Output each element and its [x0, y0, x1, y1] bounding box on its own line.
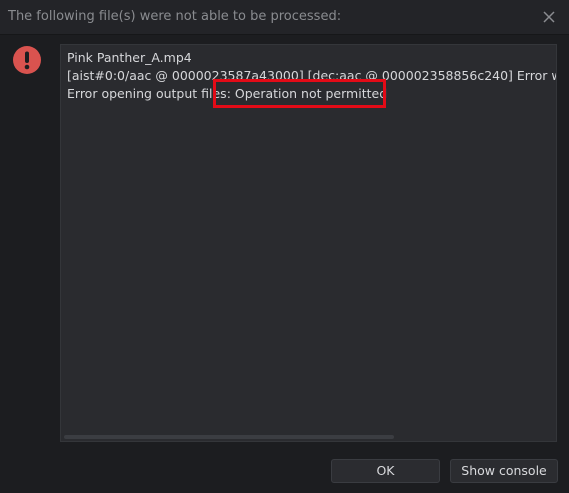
message-filename: Pink Panther_A.mp4 [67, 50, 192, 65]
show-console-button[interactable]: Show console [450, 459, 558, 483]
horizontal-scrollbar[interactable] [62, 434, 555, 440]
ok-button[interactable]: OK [331, 459, 440, 483]
message-content: Pink Panther_A.mp4 [aist#0:0/aac @ 00000… [67, 49, 556, 103]
close-button[interactable] [539, 7, 559, 27]
message-error-summary: Error opening output files: Operation no… [67, 86, 388, 101]
message-error-detail: [aist#0:0/aac @ 0000023587a43000] [dec:a… [67, 68, 556, 83]
error-icon [13, 46, 41, 74]
title-bar: The following file(s) were not able to b… [0, 0, 569, 35]
error-dialog: The following file(s) were not able to b… [0, 0, 569, 493]
message-text-area[interactable]: Pink Panther_A.mp4 [aist#0:0/aac @ 00000… [60, 44, 557, 442]
dialog-title: The following file(s) were not able to b… [8, 9, 342, 24]
scrollbar-thumb[interactable] [64, 435, 394, 439]
close-icon [543, 11, 555, 23]
